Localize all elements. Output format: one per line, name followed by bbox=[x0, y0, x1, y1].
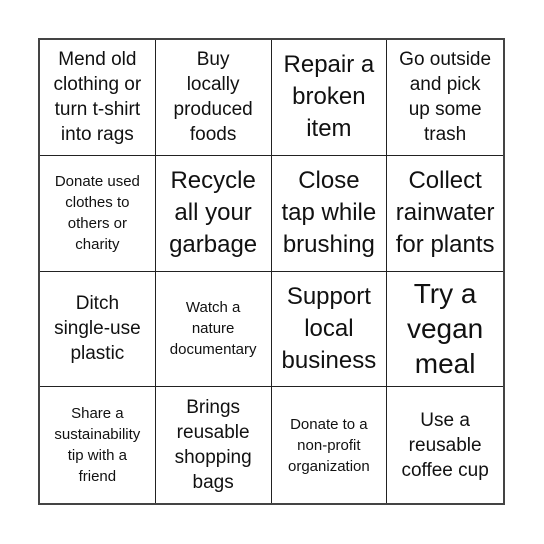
bingo-cell-text: Donate to a non-profit organization bbox=[288, 414, 370, 477]
bingo-cell-line: local bbox=[304, 314, 354, 342]
bingo-cell-text: Share a sustainability tip with a friend bbox=[54, 403, 140, 487]
bingo-cell-line: Collect bbox=[408, 167, 482, 195]
bingo-cell-line: coffee cup bbox=[401, 459, 489, 481]
bingo-cell-line: others or bbox=[67, 215, 127, 233]
bingo-cell-line: for plants bbox=[395, 231, 495, 259]
bingo-cell-line: reusable bbox=[176, 422, 250, 444]
bingo-cell-text: Mend old clothing or turn t-shirt into rags bbox=[54, 47, 142, 147]
bingo-cell-line: rainwater bbox=[395, 199, 495, 227]
bingo-cell-line: turn t-shirt bbox=[54, 99, 141, 121]
bingo-cell[interactable]: Share a sustainability tip with a friend bbox=[40, 387, 156, 503]
bingo-cell[interactable]: Buy locally produced foods bbox=[155, 40, 272, 156]
bingo-cell-line: Go outside bbox=[399, 49, 492, 71]
bingo-cell-text: Watch a nature documentary bbox=[170, 297, 257, 360]
bingo-cell-line: clothing or bbox=[53, 74, 142, 96]
bingo-cell-text: Buy locally produced foods bbox=[174, 47, 253, 147]
bingo-cell[interactable]: Recycle all your garbage bbox=[155, 155, 272, 272]
bingo-cell-line: Use a bbox=[420, 409, 470, 431]
bingo-cell[interactable]: Use a reusable coffee cup bbox=[387, 387, 503, 503]
bingo-cell-text: Ditch single-use plastic bbox=[54, 291, 141, 366]
bingo-cell-line: Watch a bbox=[185, 299, 241, 317]
bingo-cell[interactable]: Ditch single-use plastic bbox=[40, 271, 156, 388]
bingo-cell-line: sustainability bbox=[54, 426, 141, 444]
bingo-cell-line: Donate to a bbox=[290, 415, 368, 433]
bingo-cell-line: brushing bbox=[282, 231, 375, 259]
bingo-cell-line: all your bbox=[174, 199, 252, 227]
bingo-cell-line: friend bbox=[78, 468, 117, 486]
bingo-cell-line: bags bbox=[192, 472, 234, 494]
bingo-cell-text: Try a vegan meal bbox=[407, 276, 483, 381]
bingo-cell-line: business bbox=[281, 346, 377, 374]
bingo-cell-line: Close bbox=[298, 167, 360, 195]
bingo-cell-line: tap while bbox=[281, 199, 377, 227]
bingo-cell-text: Go outside and pick up some trash bbox=[399, 47, 491, 147]
bingo-cell-text: Brings reusable shopping bags bbox=[175, 395, 252, 495]
bingo-cell-line: tip with a bbox=[67, 447, 127, 465]
bingo-cell-line: charity bbox=[75, 236, 120, 254]
bingo-cell-text: Recycle all your garbage bbox=[169, 165, 257, 261]
bingo-cell-line: foods bbox=[189, 124, 237, 146]
bingo-cell-text: Close tap while brushing bbox=[282, 165, 377, 261]
bingo-cell-line: Mend old bbox=[58, 49, 137, 71]
bingo-cell[interactable]: Go outside and pick up some trash bbox=[387, 40, 503, 156]
bingo-cell-text: Support local business bbox=[282, 281, 377, 377]
bingo-cell[interactable]: Close tap while brushing bbox=[271, 155, 388, 272]
bingo-cell-line: produced bbox=[173, 99, 253, 121]
bingo-cell-text: Repair a broken item bbox=[284, 49, 375, 145]
bingo-cell-line: and pick bbox=[409, 74, 481, 96]
bingo-cell[interactable]: Brings reusable shopping bags bbox=[156, 387, 272, 503]
bingo-cell-line: clothes to bbox=[65, 194, 130, 212]
bingo-cell-line: Share a bbox=[71, 405, 124, 423]
bingo-cell-line: broken bbox=[292, 83, 366, 111]
bingo-cell-line: Brings bbox=[186, 397, 241, 419]
bingo-cell-line: Recycle bbox=[170, 167, 256, 195]
bingo-cell-line: single-use bbox=[54, 318, 141, 340]
bingo-cell-line: meal bbox=[414, 348, 476, 380]
bingo-cell[interactable]: Support local business bbox=[271, 271, 388, 388]
bingo-cell[interactable]: Donate used clothes to others or charity bbox=[40, 155, 156, 272]
bingo-cell-line: shopping bbox=[174, 447, 252, 469]
bingo-cell-line: nature bbox=[191, 320, 235, 338]
bingo-cell-line: plastic bbox=[70, 343, 125, 365]
bingo-cell-line: documentary bbox=[169, 341, 257, 359]
bingo-cell-line: locally bbox=[186, 74, 240, 96]
bingo-cell-line: non-profit bbox=[297, 436, 361, 454]
bingo-cell[interactable]: Donate to a non-profit organization bbox=[272, 387, 388, 503]
bingo-cell-line: Support bbox=[286, 282, 371, 310]
bingo-cell-line: Try a bbox=[413, 278, 477, 310]
bingo-cell-line: into rags bbox=[60, 124, 134, 146]
bingo-cell-text: Use a reusable coffee cup bbox=[401, 408, 488, 483]
bingo-cell[interactable]: Collect rainwater for plants bbox=[387, 156, 503, 272]
bingo-cell-line: up some bbox=[408, 99, 482, 121]
bingo-cell-line: garbage bbox=[169, 231, 258, 259]
bingo-cell-line: Buy bbox=[196, 49, 230, 71]
bingo-cell[interactable]: Mend old clothing or turn t-shirt into rags bbox=[40, 40, 156, 156]
bingo-board: Mend old clothing or turn t-shirt into rags… bbox=[38, 38, 505, 505]
bingo-cell-line: Ditch bbox=[75, 293, 120, 315]
bingo-cell[interactable]: Watch a nature documentary bbox=[155, 271, 272, 388]
bingo-cell[interactable]: Repair a broken item bbox=[271, 40, 388, 156]
bingo-cell[interactable]: Try a vegan meal bbox=[387, 272, 503, 388]
bingo-cell-line: reusable bbox=[408, 434, 482, 456]
bingo-cell-line: Donate used bbox=[54, 173, 140, 191]
bingo-cell-line: Repair a bbox=[283, 51, 375, 79]
bingo-cell-line: vegan bbox=[406, 313, 484, 345]
bingo-cell-text: Collect rainwater for plants bbox=[396, 165, 495, 261]
bingo-cell-line: item bbox=[306, 115, 352, 143]
bingo-cell-line: trash bbox=[424, 124, 467, 146]
bingo-cell-line: organization bbox=[288, 457, 370, 475]
bingo-cell-text: Donate used clothes to others or charity bbox=[55, 171, 140, 255]
